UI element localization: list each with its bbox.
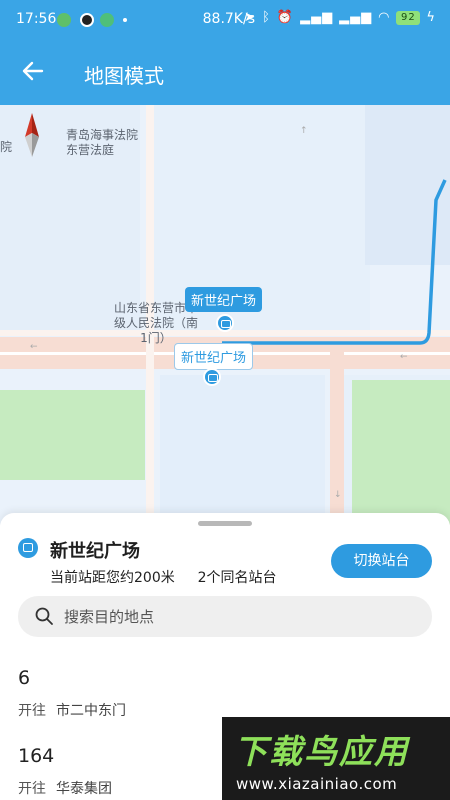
map-view[interactable]: ↑ ← ← ↓ 院 青岛海事法院东营法庭 山东省东营市中级人民法院（南1门） 新… <box>0 105 450 525</box>
signal-icon: ▂▄▆ <box>300 10 334 25</box>
more-notifications-icon <box>123 18 127 22</box>
map-label-maritime-court: 青岛海事法院东营法庭 <box>66 128 139 157</box>
route-item[interactable]: 6 开往 市二中东门 <box>18 667 318 720</box>
destination-search[interactable] <box>18 596 432 637</box>
battery-icon: 92 <box>396 10 421 25</box>
svg-text:←: ← <box>30 342 38 352</box>
direction-label: 开往 <box>18 703 46 719</box>
wifi-icon: ◠ <box>378 10 391 25</box>
route-destination: 华泰集团 <box>56 781 112 797</box>
station-name: 新世纪广场 <box>50 541 140 562</box>
sheet-drag-handle[interactable] <box>198 521 252 526</box>
status-bar: 17:56 88.7K/s ➤ ᛒ ⏰ ▂▄▆ ▂▄▆ ◠ 92 ϟ <box>0 0 450 40</box>
svg-text:↓: ↓ <box>334 490 342 500</box>
station-distance: 当前站距您约200米 <box>50 570 175 586</box>
direction-label: 开往 <box>18 781 46 797</box>
status-time: 17:56 <box>16 11 57 27</box>
bus-station-icon <box>18 538 38 558</box>
search-input[interactable] <box>64 596 414 637</box>
status-icons: ➤ ᛒ ⏰ ▂▄▆ ▂▄▆ ◠ 92 ϟ <box>244 10 436 25</box>
watermark: 下载鸟应用 www.xiazainiao.com <box>222 717 450 800</box>
svg-text:↑: ↑ <box>300 126 308 136</box>
bus-stop-icon[interactable] <box>203 368 221 386</box>
watermark-brand: 下载鸟应用 <box>234 732 409 771</box>
route-destination: 市二中东门 <box>56 703 126 719</box>
svg-text:←: ← <box>400 352 408 362</box>
back-button[interactable] <box>18 56 48 86</box>
bluetooth-icon: ᛒ <box>262 10 271 25</box>
alarm-icon: ⏰ <box>276 10 295 25</box>
page-title: 地图模式 <box>84 64 164 88</box>
charging-icon: ϟ <box>426 10 436 25</box>
bus-stop-tag-active[interactable]: 新世纪广场 <box>185 287 263 312</box>
search-icon <box>35 607 53 625</box>
station-info: 当前站距您约200米 2个同名站台 <box>50 567 277 587</box>
route-number: 6 <box>18 667 31 689</box>
app-notification-icon <box>80 13 94 27</box>
bus-stop-icon[interactable] <box>216 314 234 332</box>
app-header: 地图模式 <box>0 40 450 105</box>
app-notification-icon <box>57 13 71 27</box>
bus-stop-tag[interactable]: 新世纪广场 <box>174 343 254 370</box>
navigation-notification-icon <box>100 13 114 27</box>
signal-icon: ▂▄▆ <box>339 10 373 25</box>
switch-station-button[interactable]: 切换站台 <box>331 544 432 578</box>
top-bar: 17:56 88.7K/s ➤ ᛒ ⏰ ▂▄▆ ▂▄▆ ◠ 92 ϟ 地图模式 <box>0 0 450 105</box>
same-name-count: 2个同名站台 <box>197 570 277 586</box>
location-icon: ➤ <box>244 10 257 25</box>
map-label-court-edge: 院 <box>0 140 13 154</box>
back-arrow-icon <box>22 61 44 81</box>
watermark-url: www.xiazainiao.com <box>236 775 398 793</box>
